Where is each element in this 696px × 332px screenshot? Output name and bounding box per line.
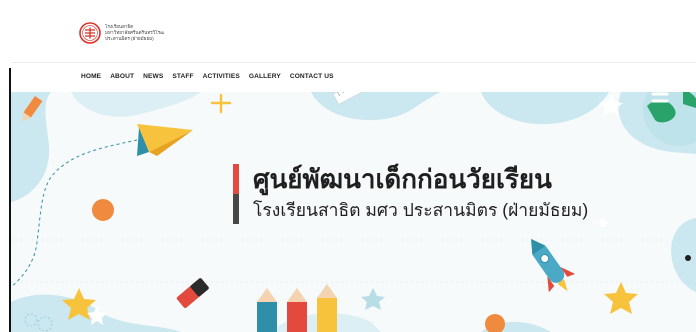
pencil-icon: [257, 284, 337, 332]
header-divider: [11, 62, 696, 63]
nav-news[interactable]: NEWS: [143, 73, 163, 80]
logo-line-3: ประสานมิตร (ฝ่ายมัธยม): [105, 35, 154, 41]
nav-contact-us[interactable]: CONTACT US: [290, 73, 334, 80]
plus-icon: [210, 93, 232, 114]
hero-banner: ศูนย์พัฒนาเด็กก่อนวัยเรียน โรงเรียนสาธิต…: [11, 92, 696, 332]
main-nav: HOME ABOUT NEWS STAFF ACTIVITIES GALLERY…: [81, 73, 334, 80]
title-accent-bar: [233, 164, 239, 224]
site-header: โรงเรียนสาธิต มหาวิทยาลัยศรีนครินทรวิโรฒ…: [0, 0, 696, 62]
school-logo[interactable]: โรงเรียนสาธิต มหาวิทยาลัยศรีนครินทรวิโรฒ…: [79, 22, 164, 44]
hero-title: ศูนย์พัฒนาเด็กก่อนวัยเรียน: [253, 164, 552, 194]
hero-subtitle: โรงเรียนสาธิต มศว ประสานมิตร (ฝ่ายมัธยม): [253, 200, 589, 220]
hero-title-block: ศูนย์พัฒนาเด็กก่อนวัยเรียน โรงเรียนสาธิต…: [233, 164, 588, 224]
paper-plane-icon: [137, 124, 193, 156]
nav-home[interactable]: HOME: [81, 73, 101, 80]
nav-staff[interactable]: STAFF: [172, 73, 193, 80]
school-logo-icon: [79, 22, 101, 44]
star-icon: [604, 282, 638, 314]
nav-about[interactable]: ABOUT: [110, 73, 134, 80]
nav-gallery[interactable]: GALLERY: [249, 73, 281, 80]
nav-activities[interactable]: ACTIVITIES: [203, 73, 240, 80]
star-icon: [361, 288, 385, 310]
